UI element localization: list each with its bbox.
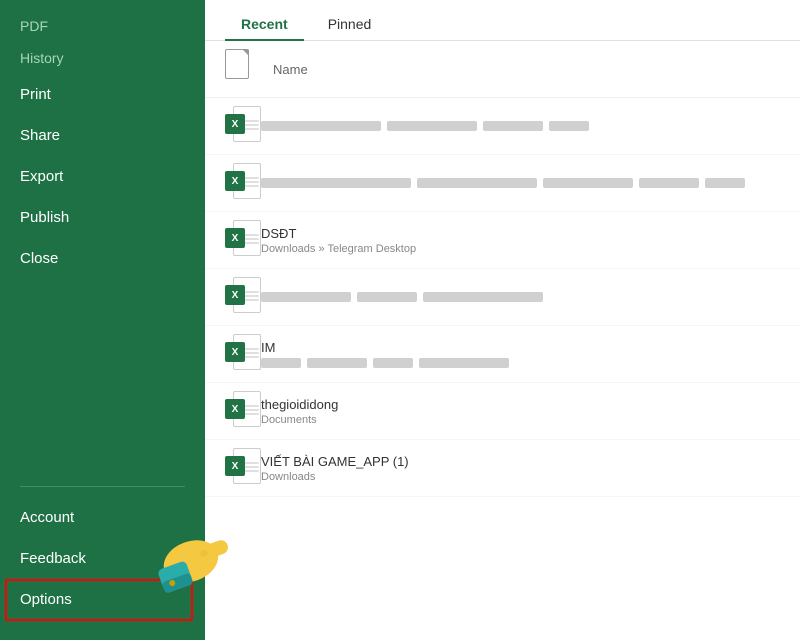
hand-pointer-icon: [155, 520, 235, 590]
file-name: DSĐT: [261, 226, 780, 241]
file-row[interactable]: X DSĐT Downloads » Telegram Desktop: [205, 212, 800, 269]
sidebar-item-print[interactable]: Print: [0, 74, 205, 115]
excel-file-icon: X: [225, 448, 261, 488]
sidebar-top: PDF History Print Share Export Publish C…: [0, 0, 205, 476]
excel-file-icon: X: [225, 391, 261, 431]
sidebar-item-close[interactable]: Close: [0, 238, 205, 279]
sidebar-divider: [20, 486, 185, 487]
blurred-filename: [261, 292, 780, 302]
file-list-header: Name: [205, 41, 800, 98]
file-info: DSĐT Downloads » Telegram Desktop: [261, 226, 780, 255]
excel-file-icon: X: [225, 220, 261, 260]
file-name: VIẾT BÀI GAME_APP (1): [261, 454, 780, 469]
file-row[interactable]: X: [205, 155, 800, 212]
file-path: Downloads » Telegram Desktop: [261, 243, 780, 255]
excel-file-icon: X: [225, 334, 261, 374]
file-path: Documents: [261, 414, 780, 426]
file-path: Downloads: [261, 471, 780, 483]
tab-pinned[interactable]: Pinned: [312, 8, 388, 40]
excel-file-icon: X: [225, 277, 261, 317]
main-content: Recent Pinned Name X: [205, 0, 800, 640]
file-name: thegioididong: [261, 397, 780, 412]
file-row[interactable]: X: [205, 269, 800, 326]
file-row[interactable]: X: [205, 98, 800, 155]
file-name: IM: [261, 340, 780, 355]
file-info: IM: [261, 340, 780, 368]
blurred-filename: [261, 121, 780, 131]
blurred-filename: [261, 178, 780, 188]
file-info: thegioididong Documents: [261, 397, 780, 426]
file-list: X X: [205, 98, 800, 640]
sidebar-item-share[interactable]: Share: [0, 115, 205, 156]
tabs-bar: Recent Pinned: [205, 0, 800, 41]
header-doc-icon: [225, 49, 261, 89]
file-info: [261, 121, 780, 131]
file-info: VIẾT BÀI GAME_APP (1) Downloads: [261, 454, 780, 483]
sidebar-item-publish[interactable]: Publish: [0, 197, 205, 238]
name-column-header: Name: [273, 62, 308, 77]
file-row[interactable]: X IM: [205, 326, 800, 383]
excel-file-icon: X: [225, 163, 261, 203]
file-info: [261, 292, 780, 302]
tab-recent[interactable]: Recent: [225, 8, 304, 40]
file-row[interactable]: X VIẾT BÀI GAME_APP (1) Downloads: [205, 440, 800, 497]
blurred-path: [261, 358, 780, 368]
file-row[interactable]: X thegioididong Documents: [205, 383, 800, 440]
excel-file-icon: X: [225, 106, 261, 146]
sidebar-item-history[interactable]: History: [0, 42, 205, 74]
sidebar-item-export[interactable]: Export: [0, 156, 205, 197]
sidebar-item-pdf[interactable]: PDF: [0, 10, 205, 42]
file-info: [261, 178, 780, 188]
